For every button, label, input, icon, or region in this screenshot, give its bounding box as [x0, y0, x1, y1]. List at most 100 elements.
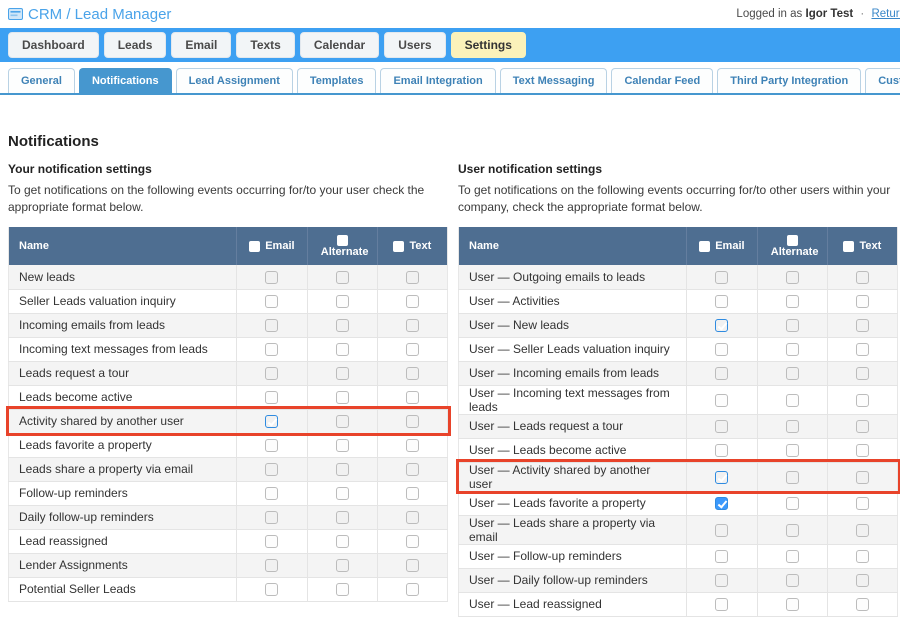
email-checkbox[interactable]	[265, 367, 278, 380]
text-checkbox[interactable]	[856, 574, 869, 587]
alternate-checkbox[interactable]	[336, 487, 349, 500]
nav-tab-email[interactable]: Email	[171, 32, 231, 58]
subnav-tab-lead-assignment[interactable]: Lead Assignment	[176, 68, 293, 93]
alternate-checkbox[interactable]	[786, 343, 799, 356]
text-checkbox[interactable]	[406, 487, 419, 500]
alternate-checkbox[interactable]	[786, 271, 799, 284]
text-checkbox[interactable]	[856, 319, 869, 332]
text-checkbox[interactable]	[406, 295, 419, 308]
alternate-checkbox[interactable]	[786, 574, 799, 587]
email-checkbox[interactable]	[265, 511, 278, 524]
alternate-checkbox[interactable]	[336, 583, 349, 596]
subnav-tab-templates[interactable]: Templates	[297, 68, 377, 93]
text-checkbox[interactable]	[856, 295, 869, 308]
nav-tab-calendar[interactable]: Calendar	[300, 32, 379, 58]
alternate-checkbox[interactable]	[336, 319, 349, 332]
text-checkbox[interactable]	[856, 444, 869, 457]
text-checkbox[interactable]	[406, 535, 419, 548]
text-checkbox[interactable]	[406, 391, 419, 404]
subnav-tab-notifications[interactable]: Notifications	[79, 68, 172, 93]
alternate-checkbox[interactable]	[786, 497, 799, 510]
email-checkbox[interactable]	[265, 535, 278, 548]
subnav-tab-third-party-integration[interactable]: Third Party Integration	[717, 68, 861, 93]
alternate-column-checkbox[interactable]	[787, 235, 798, 246]
nav-tab-texts[interactable]: Texts	[236, 32, 294, 58]
email-checkbox[interactable]	[265, 583, 278, 596]
alternate-checkbox[interactable]	[786, 444, 799, 457]
text-checkbox[interactable]	[856, 343, 869, 356]
email-checkbox[interactable]	[715, 420, 728, 433]
email-checkbox[interactable]	[715, 550, 728, 563]
alternate-checkbox[interactable]	[786, 295, 799, 308]
nav-tab-settings[interactable]: Settings	[451, 32, 526, 58]
email-checkbox[interactable]	[715, 444, 728, 457]
text-checkbox[interactable]	[406, 511, 419, 524]
text-checkbox[interactable]	[856, 420, 869, 433]
alternate-checkbox[interactable]	[786, 420, 799, 433]
text-checkbox[interactable]	[406, 415, 419, 428]
alternate-checkbox[interactable]	[786, 550, 799, 563]
text-checkbox[interactable]	[406, 271, 419, 284]
alternate-checkbox[interactable]	[336, 415, 349, 428]
text-checkbox[interactable]	[856, 497, 869, 510]
alternate-checkbox[interactable]	[786, 319, 799, 332]
alternate-checkbox[interactable]	[336, 511, 349, 524]
email-checkbox[interactable]	[265, 343, 278, 356]
return-link[interactable]: Return	[871, 8, 900, 20]
email-checkbox[interactable]	[715, 367, 728, 380]
alternate-checkbox[interactable]	[786, 598, 799, 611]
email-checkbox[interactable]	[265, 271, 278, 284]
alternate-checkbox[interactable]	[336, 391, 349, 404]
alternate-column-checkbox[interactable]	[337, 235, 348, 246]
alternate-checkbox[interactable]	[786, 524, 799, 537]
text-checkbox[interactable]	[406, 559, 419, 572]
email-checkbox[interactable]	[265, 415, 278, 428]
nav-tab-leads[interactable]: Leads	[104, 32, 167, 58]
email-checkbox[interactable]	[715, 319, 728, 332]
text-checkbox[interactable]	[406, 439, 419, 452]
email-checkbox[interactable]	[715, 471, 728, 484]
subnav-tab-customize[interactable]: Customize	[865, 68, 900, 93]
email-checkbox[interactable]	[715, 394, 728, 407]
alternate-checkbox[interactable]	[786, 394, 799, 407]
email-checkbox[interactable]	[265, 319, 278, 332]
subnav-tab-general[interactable]: General	[8, 68, 75, 93]
alternate-checkbox[interactable]	[336, 367, 349, 380]
email-checkbox[interactable]	[265, 559, 278, 572]
email-checkbox[interactable]	[715, 271, 728, 284]
text-checkbox[interactable]	[856, 471, 869, 484]
subnav-tab-text-messaging[interactable]: Text Messaging	[500, 68, 608, 93]
text-checkbox[interactable]	[406, 463, 419, 476]
nav-tab-dashboard[interactable]: Dashboard	[8, 32, 99, 58]
text-checkbox[interactable]	[856, 550, 869, 563]
alternate-checkbox[interactable]	[336, 295, 349, 308]
text-checkbox[interactable]	[406, 583, 419, 596]
text-checkbox[interactable]	[856, 598, 869, 611]
alternate-checkbox[interactable]	[336, 439, 349, 452]
email-checkbox[interactable]	[265, 487, 278, 500]
text-column-checkbox[interactable]	[843, 241, 854, 252]
text-checkbox[interactable]	[856, 367, 869, 380]
alternate-checkbox[interactable]	[786, 367, 799, 380]
email-checkbox[interactable]	[715, 295, 728, 308]
email-checkbox[interactable]	[715, 497, 728, 510]
email-checkbox[interactable]	[265, 439, 278, 452]
text-checkbox[interactable]	[856, 394, 869, 407]
email-column-checkbox[interactable]	[249, 241, 260, 252]
email-checkbox[interactable]	[715, 598, 728, 611]
email-checkbox[interactable]	[265, 295, 278, 308]
alternate-checkbox[interactable]	[336, 271, 349, 284]
email-checkbox[interactable]	[715, 343, 728, 356]
email-checkbox[interactable]	[715, 574, 728, 587]
email-checkbox[interactable]	[265, 463, 278, 476]
alternate-checkbox[interactable]	[336, 343, 349, 356]
app-title[interactable]: CRM / Lead Manager	[8, 6, 171, 23]
text-checkbox[interactable]	[856, 524, 869, 537]
alternate-checkbox[interactable]	[336, 463, 349, 476]
alternate-checkbox[interactable]	[336, 559, 349, 572]
subnav-tab-email-integration[interactable]: Email Integration	[380, 68, 495, 93]
email-checkbox[interactable]	[715, 524, 728, 537]
text-checkbox[interactable]	[856, 271, 869, 284]
subnav-tab-calendar-feed[interactable]: Calendar Feed	[611, 68, 713, 93]
text-checkbox[interactable]	[406, 343, 419, 356]
